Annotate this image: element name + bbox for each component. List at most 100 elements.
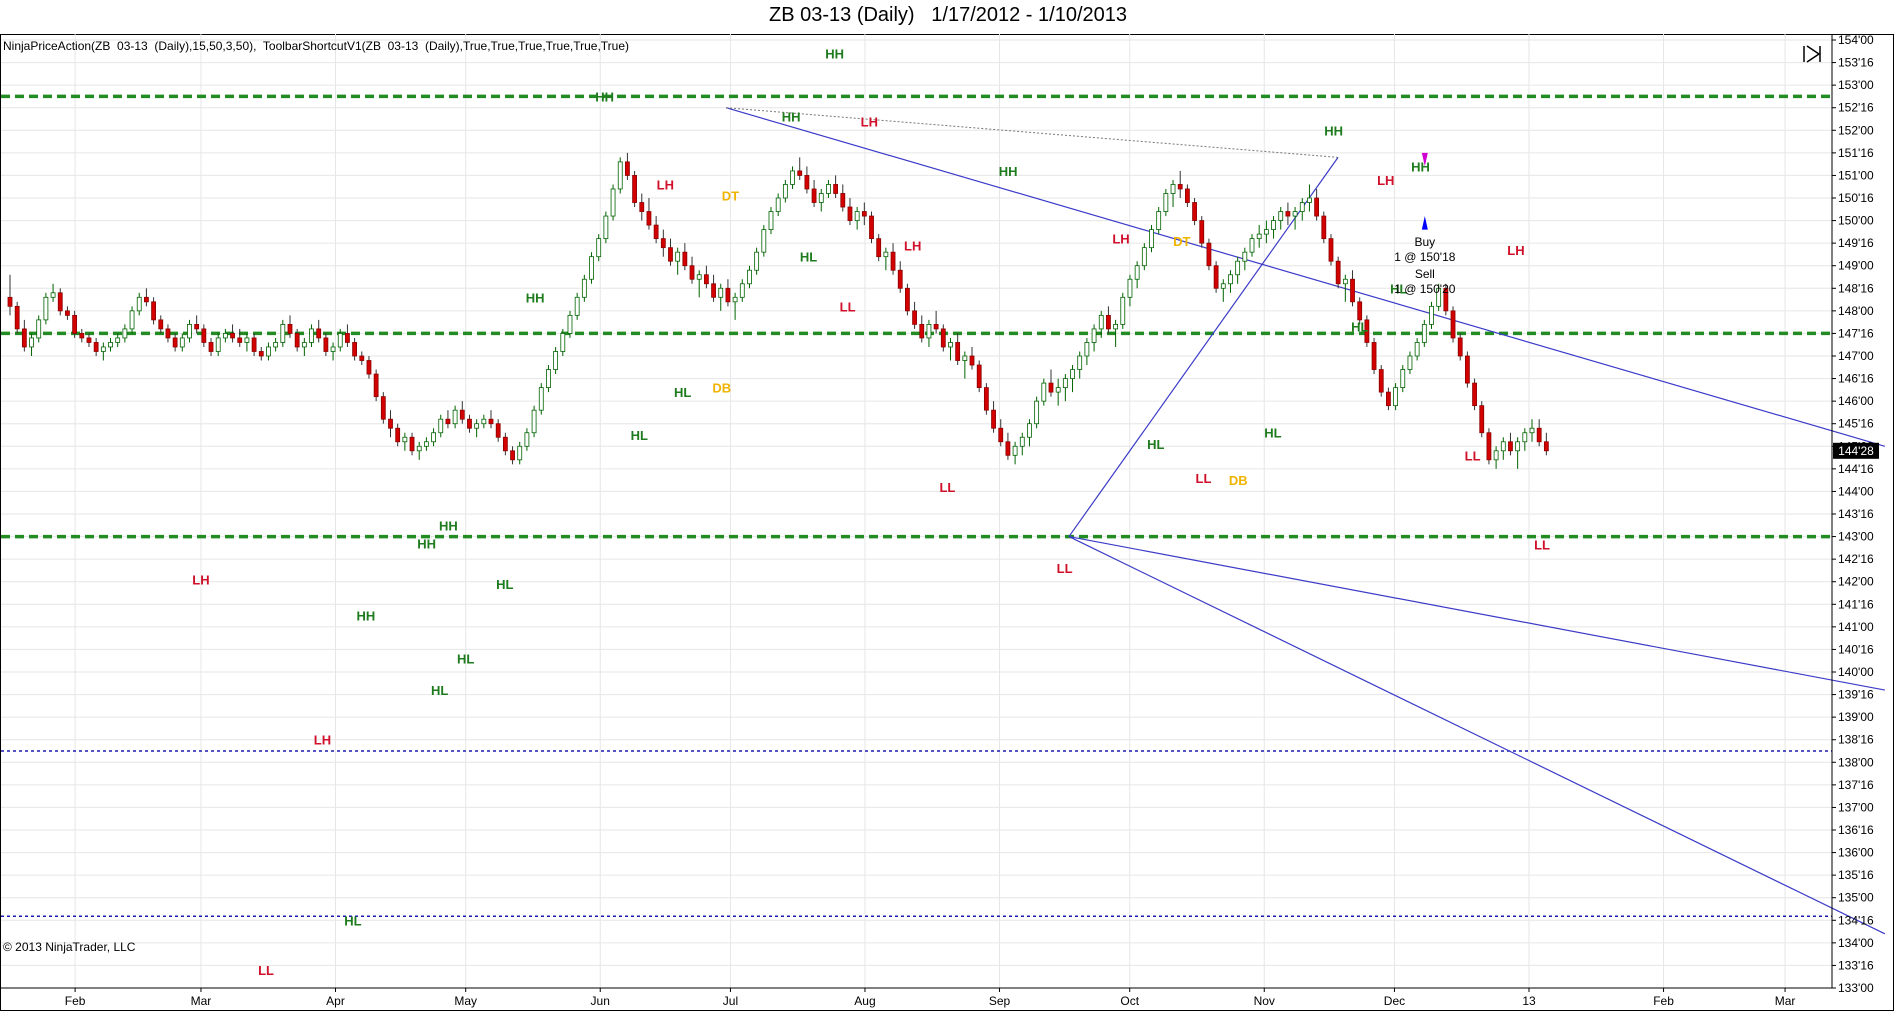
y-tick-label: 145'16 bbox=[1838, 417, 1874, 431]
candle bbox=[804, 166, 810, 194]
candle-body-down bbox=[1328, 238, 1334, 262]
candle bbox=[1400, 365, 1406, 393]
candle-body-down bbox=[1464, 355, 1470, 384]
candle-body-down bbox=[165, 328, 171, 339]
candle bbox=[1493, 446, 1499, 469]
candle-body-down bbox=[352, 342, 358, 357]
candle-body-up bbox=[1529, 427, 1535, 434]
candle-body-down bbox=[976, 364, 982, 388]
price-chart[interactable]: HHHHHH LHLHDTHLLLLHHHHHHL DBHLLLLH DTHLLL DB… bbox=[0, 0, 1896, 1012]
candle-body-up bbox=[244, 337, 250, 343]
candle bbox=[1149, 225, 1154, 253]
y-tick-label: 140'00 bbox=[1838, 665, 1874, 679]
y-tick-label: 150'16 bbox=[1838, 191, 1874, 205]
candle bbox=[416, 441, 422, 460]
candle-body-down bbox=[201, 328, 207, 343]
candle-body-up bbox=[782, 184, 788, 199]
candle-body-up bbox=[1407, 355, 1413, 370]
candle-body-up bbox=[1156, 211, 1162, 231]
candle bbox=[983, 383, 989, 415]
y-tick-label: 140'16 bbox=[1838, 642, 1874, 656]
y-tick-label: 137'00 bbox=[1838, 800, 1874, 814]
candle bbox=[1529, 419, 1535, 442]
candle-body-down bbox=[1543, 441, 1549, 452]
candle bbox=[869, 211, 874, 244]
candle-body-up bbox=[1522, 432, 1528, 443]
candle bbox=[122, 324, 128, 343]
candle-body-down bbox=[632, 175, 637, 203]
candle-body-up bbox=[431, 432, 436, 443]
candle-body-down bbox=[1350, 278, 1355, 303]
candle-body-down bbox=[1386, 391, 1391, 407]
candle bbox=[1263, 220, 1269, 244]
candle-body-down bbox=[1199, 220, 1205, 244]
candle bbox=[488, 410, 494, 429]
candle-body-down bbox=[890, 251, 896, 271]
swing-label-lh: LH bbox=[1112, 232, 1129, 247]
candle-body-up bbox=[610, 188, 616, 217]
candle-body-down bbox=[287, 323, 293, 334]
candle-body-down bbox=[72, 314, 78, 334]
candle bbox=[1486, 428, 1492, 465]
candle bbox=[1070, 365, 1075, 393]
swing-label-hh: HH bbox=[825, 47, 844, 62]
candle-body-down bbox=[230, 333, 235, 339]
candle-body-down bbox=[646, 211, 652, 226]
swing-label-hh: HH bbox=[526, 290, 545, 305]
candle bbox=[546, 365, 551, 393]
candle bbox=[1522, 428, 1528, 451]
swing-label-lh: LH bbox=[314, 733, 331, 748]
candle bbox=[1515, 437, 1521, 469]
candle bbox=[50, 283, 56, 302]
candle-body-up bbox=[43, 296, 49, 321]
copyright-notice: © 2013 NinjaTrader, LLC bbox=[3, 940, 136, 954]
axes: 154'00 153'16 153'00 152'16 152'00 151'16 151'… bbox=[1, 33, 1879, 1008]
candle bbox=[1256, 225, 1262, 248]
candle-body-down bbox=[1206, 242, 1212, 267]
candle-body-down bbox=[237, 337, 243, 343]
candle bbox=[782, 179, 788, 203]
candle-body-up bbox=[1235, 260, 1241, 276]
candle-body-down bbox=[316, 328, 322, 339]
swing-label-hl: HL bbox=[457, 651, 474, 666]
candle-body-up bbox=[1091, 328, 1097, 343]
candle-body-up bbox=[402, 436, 408, 443]
candle-body-up bbox=[309, 328, 314, 343]
candle-body-down bbox=[445, 418, 451, 425]
y-tick-label: 149'00 bbox=[1838, 259, 1874, 273]
y-tick-label: 153'16 bbox=[1838, 56, 1874, 70]
candle-body-up bbox=[517, 445, 523, 461]
candle-body-down bbox=[668, 247, 673, 262]
candle-body-up bbox=[100, 346, 106, 352]
candle-body-down bbox=[65, 310, 70, 316]
candle bbox=[280, 319, 286, 347]
candle-body-down bbox=[323, 337, 329, 352]
swing-label-db: DB bbox=[1229, 473, 1248, 488]
candle-body-down bbox=[1378, 369, 1384, 393]
candle bbox=[86, 333, 92, 347]
y-tick-label: 135'16 bbox=[1838, 868, 1874, 882]
toggle-panel-icon[interactable] bbox=[1802, 44, 1822, 64]
swing-label-hl: HL bbox=[344, 913, 361, 928]
candle-body-up bbox=[1307, 197, 1312, 203]
candle-body-up bbox=[481, 418, 487, 425]
candle-body-down bbox=[388, 418, 393, 429]
y-tick-label: 151'00 bbox=[1838, 168, 1874, 182]
candle-body-up bbox=[603, 215, 609, 240]
candle-body-up bbox=[215, 337, 221, 352]
grid-layer bbox=[1, 34, 1832, 989]
candle-body-down bbox=[1479, 405, 1485, 434]
candle-body-down bbox=[208, 342, 214, 352]
candle-body-up bbox=[818, 193, 824, 203]
candle-body-up bbox=[1134, 265, 1140, 280]
candle bbox=[366, 356, 372, 379]
candle bbox=[467, 414, 472, 433]
candle bbox=[1213, 261, 1219, 293]
candle bbox=[373, 369, 379, 402]
candle bbox=[632, 170, 637, 208]
candle bbox=[452, 405, 458, 429]
x-tick-label: Jul bbox=[723, 994, 738, 1008]
y-tick-label: 144'00 bbox=[1838, 484, 1874, 498]
candle bbox=[581, 274, 587, 302]
candle-body-down bbox=[725, 287, 731, 303]
